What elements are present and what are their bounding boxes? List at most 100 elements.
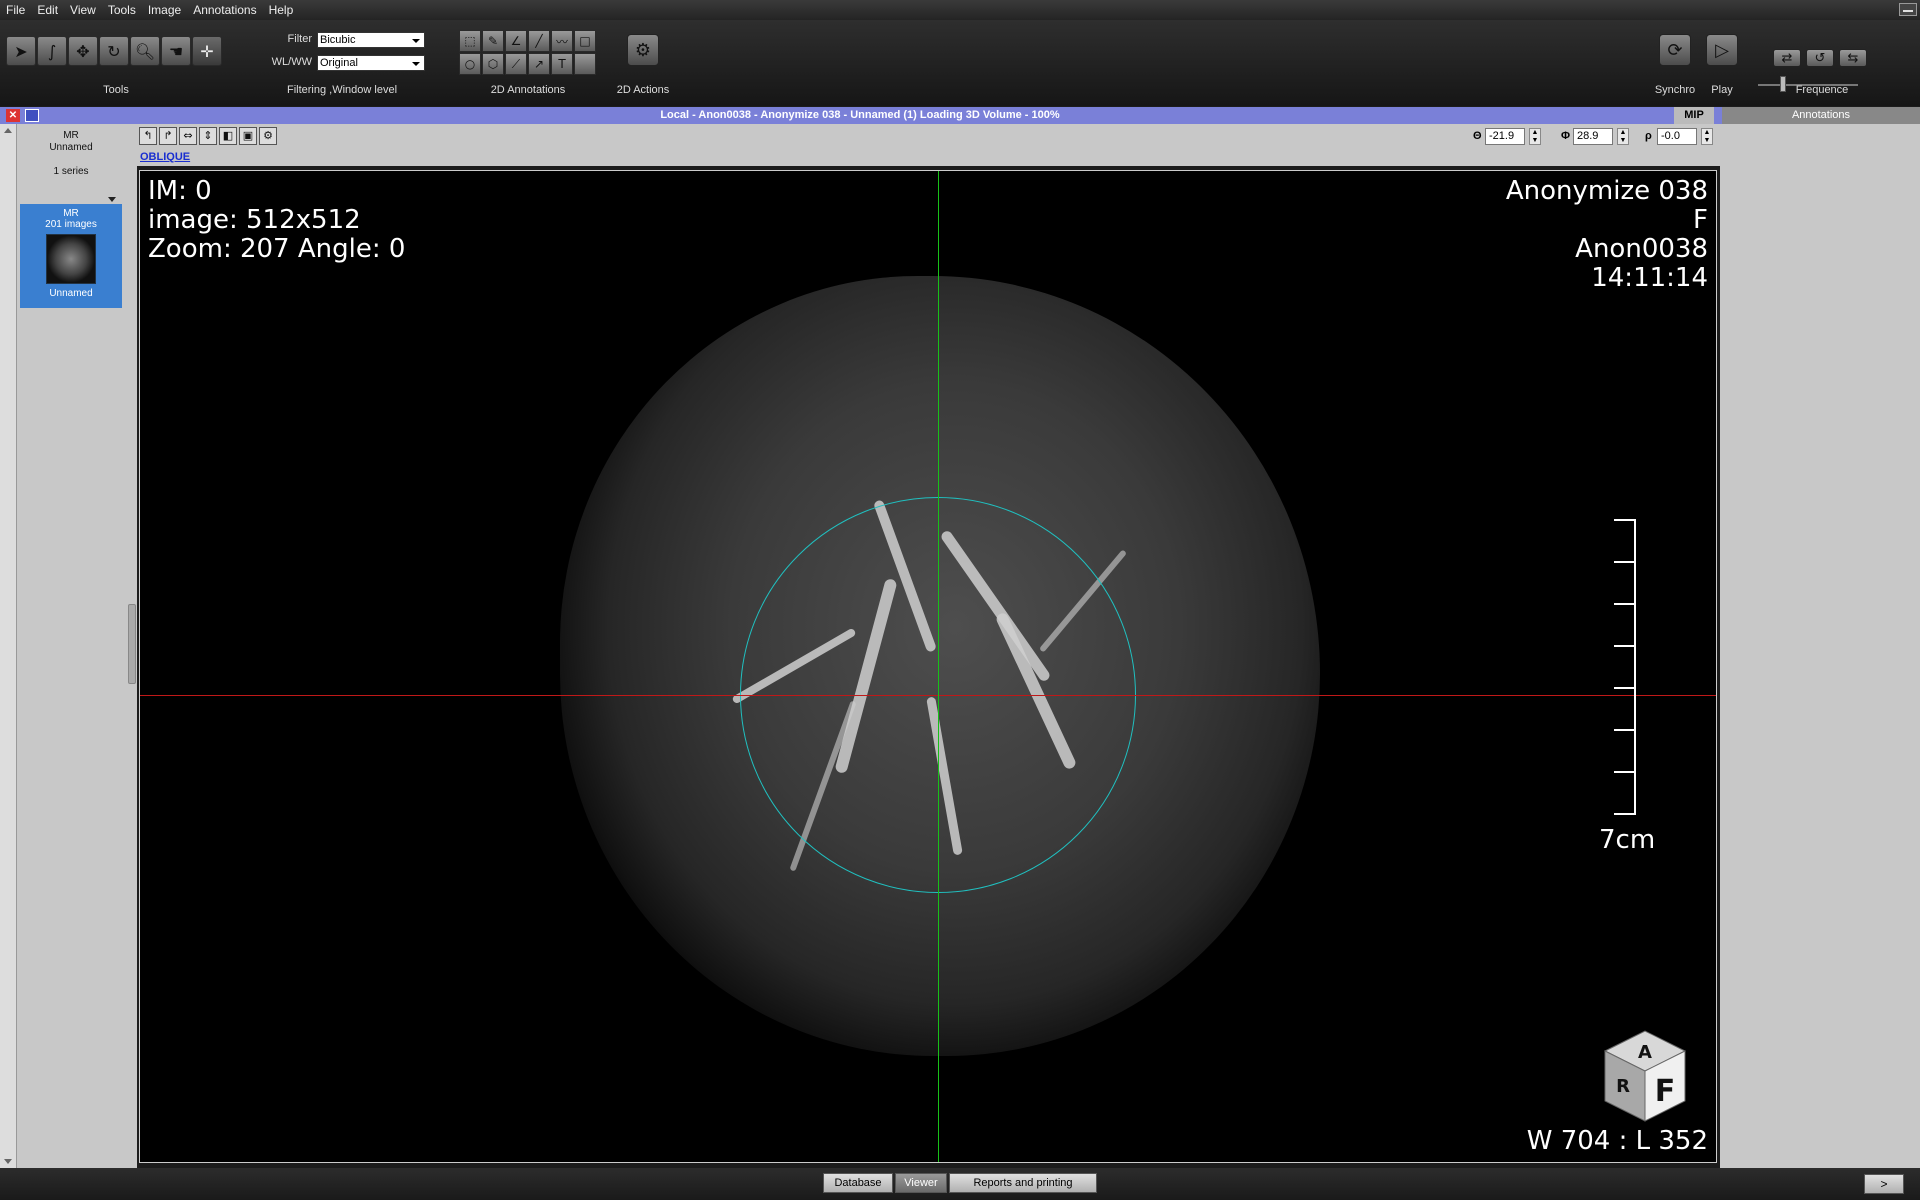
filtering-group-label: Filtering ,Window level bbox=[286, 84, 398, 96]
menu-tools[interactable]: Tools bbox=[102, 3, 142, 17]
scale-tick bbox=[1614, 645, 1634, 647]
menu-bar: File Edit View Tools Image Annotations H… bbox=[0, 0, 1920, 20]
mip-tab[interactable]: MIP bbox=[1674, 107, 1714, 124]
window-level-readout: W 704 : L 352 bbox=[1526, 1126, 1708, 1156]
scroll-up-icon[interactable] bbox=[4, 128, 12, 133]
polygon-icon[interactable]: ⬡ bbox=[482, 53, 504, 75]
viewer-settings-gear-icon[interactable]: ⚙ bbox=[259, 127, 277, 145]
sweep-icon[interactable]: ⇆ bbox=[1839, 49, 1867, 67]
study-panel-scrollbar[interactable] bbox=[0, 124, 17, 1168]
settings-gear-icon[interactable]: ⚙ bbox=[627, 34, 659, 66]
orientation-cube-icon: A R F bbox=[1603, 1030, 1687, 1122]
rectangle-icon[interactable]: □ bbox=[574, 30, 596, 52]
text-icon[interactable]: T bbox=[551, 53, 573, 75]
synchro-icon[interactable]: ⟳ bbox=[1659, 34, 1691, 66]
polyline-icon[interactable]: 〰 bbox=[551, 30, 573, 52]
filter-label: Filter bbox=[287, 33, 312, 45]
scale-tick bbox=[1614, 813, 1634, 815]
scroll-down-icon[interactable] bbox=[4, 1159, 12, 1164]
play-label: Play bbox=[1711, 84, 1733, 96]
menu-annotations[interactable]: Annotations bbox=[187, 3, 262, 17]
menu-file[interactable]: File bbox=[0, 3, 31, 17]
angle-icon[interactable]: ∠ bbox=[505, 30, 527, 52]
crosshair-horizontal-line[interactable] bbox=[140, 695, 1716, 696]
rotate-tool-icon[interactable]: ↻ bbox=[99, 36, 129, 66]
annotations-group-label: 2D Annotations bbox=[490, 84, 566, 96]
study-modality: MR bbox=[63, 130, 79, 141]
play-icon[interactable]: ▷ bbox=[1706, 34, 1738, 66]
panel-splitter[interactable] bbox=[127, 124, 137, 1168]
window-level-tool-icon[interactable]: ∫ bbox=[37, 36, 67, 66]
next-button[interactable]: > bbox=[1864, 1174, 1904, 1194]
menu-help[interactable]: Help bbox=[263, 3, 300, 17]
line-icon[interactable]: ╱ bbox=[528, 30, 550, 52]
viewer-title-bar: ✕ Local - Anon0038 - Anonymize 038 - Unn… bbox=[0, 107, 1920, 124]
oblique-mode-link[interactable]: OBLIQUE bbox=[140, 151, 190, 163]
bottom-bar: Database Viewer Reports and printing > bbox=[0, 1168, 1920, 1200]
actions-group-label: 2D Actions bbox=[616, 84, 670, 96]
rotate-right-icon[interactable]: ↱ bbox=[159, 127, 177, 145]
viewer-title: Local - Anon0038 - Anonymize 038 - Unnam… bbox=[660, 109, 1060, 121]
image-viewport[interactable]: IM: 0 image: 512x512 Zoom: 207 Angle: 0 … bbox=[139, 170, 1717, 1163]
tab-database[interactable]: Database bbox=[823, 1173, 893, 1193]
arrow-icon[interactable]: ↗ bbox=[528, 53, 550, 75]
ruler-icon[interactable]: ⟋ bbox=[505, 53, 527, 75]
rho-input[interactable]: -0.0 bbox=[1657, 128, 1697, 145]
series-modality: MR bbox=[63, 208, 79, 219]
menu-image[interactable]: Image bbox=[142, 3, 187, 17]
ellipse-icon[interactable]: ○ bbox=[459, 53, 481, 75]
scroll-tool-icon[interactable]: ☚ bbox=[161, 36, 191, 66]
image-index: IM: 0 bbox=[148, 176, 212, 206]
series-image-count: 201 images bbox=[45, 219, 97, 230]
study-series-count: 1 series bbox=[53, 166, 89, 177]
reset-icon[interactable]: ▣ bbox=[239, 127, 257, 145]
pencil-icon[interactable]: ✎ bbox=[482, 30, 504, 52]
menu-view[interactable]: View bbox=[64, 3, 102, 17]
acquisition-time: 14:11:14 bbox=[1591, 263, 1708, 293]
overlay-top-right: Anonymize 038 F Anon0038 14:11:14 bbox=[1506, 177, 1708, 293]
invert-icon[interactable]: ◧ bbox=[219, 127, 237, 145]
crosshair-vertical-line[interactable] bbox=[938, 171, 939, 1162]
theta-input[interactable]: -21.9 bbox=[1485, 128, 1525, 145]
crosshair-tool-icon[interactable]: ✛ bbox=[192, 36, 222, 66]
scale-label: 7cm bbox=[1599, 825, 1656, 855]
annotations-tab[interactable]: Annotations bbox=[1722, 107, 1920, 124]
theta-stepper[interactable]: ▲ ▼ bbox=[1529, 128, 1541, 145]
main-toolbar: ➤ ∫ ✥ ↻ 🔍︎ ☚ ✛ Tools Filter Bicubic WL/W… bbox=[0, 20, 1920, 106]
blank-annotation-icon[interactable] bbox=[574, 53, 596, 75]
phi-input[interactable]: 28.9 bbox=[1573, 128, 1613, 145]
rho-stepper[interactable]: ▲ ▼ bbox=[1701, 128, 1713, 145]
series-thumbnail-image bbox=[46, 234, 96, 284]
flip-horizontal-icon[interactable]: ⇔ bbox=[179, 127, 197, 145]
minimize-button[interactable] bbox=[1899, 3, 1917, 16]
scale-tick bbox=[1614, 603, 1634, 605]
flip-vertical-icon[interactable]: ⇕ bbox=[199, 127, 217, 145]
study-name: Unnamed bbox=[49, 142, 93, 153]
rect-select-icon[interactable]: ⬚ bbox=[459, 30, 481, 52]
filter-select[interactable]: Bicubic bbox=[317, 32, 425, 48]
pointer-tool-icon[interactable]: ➤ bbox=[6, 36, 36, 66]
annotations-panel bbox=[1720, 124, 1920, 1168]
series-name: Unnamed bbox=[49, 288, 93, 299]
wlww-label: WL/WW bbox=[271, 56, 312, 68]
splitter-grip[interactable] bbox=[128, 604, 136, 684]
oblique-bar: OBLIQUE bbox=[137, 148, 1720, 166]
study-info[interactable]: MR Unnamed 1 series bbox=[20, 130, 122, 202]
scale-bar bbox=[1614, 519, 1636, 815]
tab-reports[interactable]: Reports and printing bbox=[949, 1173, 1097, 1193]
loop-icon[interactable]: ⇄ bbox=[1773, 49, 1801, 67]
overlay-top-left: IM: 0 image: 512x512 Zoom: 207 Angle: 0 bbox=[148, 177, 405, 264]
loop-back-icon[interactable]: ↺ bbox=[1806, 49, 1834, 67]
rho-label: ρ bbox=[1645, 130, 1652, 142]
phi-stepper[interactable]: ▲ ▼ bbox=[1617, 128, 1629, 145]
phi-label: Φ bbox=[1561, 130, 1571, 142]
annotations-group: ⬚ ✎ ∠ ╱ 〰 □ ○ ⬡ ⟋ ↗ T bbox=[459, 30, 599, 75]
series-thumbnail-card[interactable]: MR 201 images Unnamed bbox=[20, 204, 122, 308]
study-dropdown-icon[interactable] bbox=[108, 197, 116, 202]
tab-viewer[interactable]: Viewer bbox=[895, 1173, 947, 1193]
rotate-left-icon[interactable]: ↰ bbox=[139, 127, 157, 145]
zoom-tool-icon[interactable]: 🔍︎ bbox=[130, 36, 160, 66]
wlww-select[interactable]: Original bbox=[317, 55, 425, 71]
menu-edit[interactable]: Edit bbox=[31, 3, 64, 17]
move-tool-icon[interactable]: ✥ bbox=[68, 36, 98, 66]
